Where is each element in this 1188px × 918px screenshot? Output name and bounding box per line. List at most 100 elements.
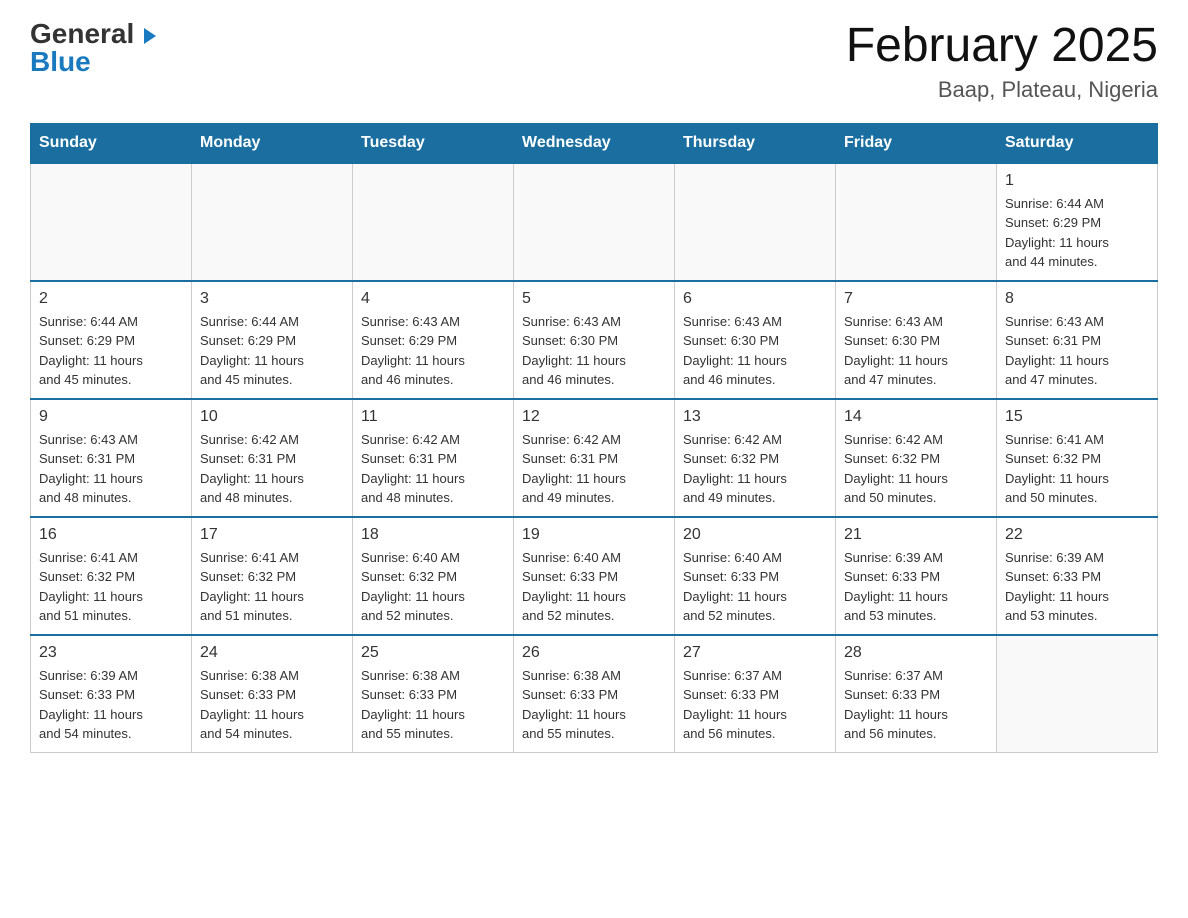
calendar-cell: 20 Sunrise: 6:40 AM Sunset: 6:33 PM Dayli…: [675, 517, 836, 635]
logo: General Blue: [30, 20, 156, 76]
day-info: Sunrise: 6:43 AM Sunset: 6:31 PM Dayligh…: [1005, 312, 1149, 390]
day-number: 7: [844, 290, 988, 308]
calendar-cell: 6Sunrise: 6:43 AM Sunset: 6:30 PM Daylig…: [675, 281, 836, 399]
day-number: 8: [1005, 290, 1149, 308]
day-info: Sunrise: 6:39 AM Sunset: 6:33 PM Dayligh…: [1005, 548, 1149, 626]
calendar-cell: 13 Sunrise: 6:42 AM Sunset: 6:32 PM Dayli…: [675, 399, 836, 517]
day-info: Sunrise: 6:37 AM Sunset: 6:33 PM Dayligh…: [844, 666, 988, 744]
calendar-cell: 22 Sunrise: 6:39 AM Sunset: 6:33 PM Dayli…: [997, 517, 1158, 635]
calendar-cell: 7 Sunrise: 6:43 AM Sunset: 6:30 PM Daylig…: [836, 281, 997, 399]
day-number: 6: [683, 290, 827, 308]
weekday-header-friday: Friday: [836, 123, 997, 163]
day-number: 24: [200, 644, 344, 662]
day-info: Sunrise: 6:42 AM Sunset: 6:31 PM Dayligh…: [361, 430, 505, 508]
calendar-cell: 19Sunrise: 6:40 AM Sunset: 6:33 PM Dayli…: [514, 517, 675, 635]
calendar-cell: [514, 163, 675, 281]
day-number: 15: [1005, 408, 1149, 426]
day-info: Sunrise: 6:42 AM Sunset: 6:31 PM Dayligh…: [200, 430, 344, 508]
day-number: 5: [522, 290, 666, 308]
day-number: 13: [683, 408, 827, 426]
calendar-cell: 23Sunrise: 6:39 AM Sunset: 6:33 PM Dayli…: [31, 635, 192, 753]
day-info: Sunrise: 6:41 AM Sunset: 6:32 PM Dayligh…: [39, 548, 183, 626]
weekday-header-wednesday: Wednesday: [514, 123, 675, 163]
day-number: 22: [1005, 526, 1149, 544]
calendar-cell: 4 Sunrise: 6:43 AM Sunset: 6:29 PM Daylig…: [353, 281, 514, 399]
day-info: Sunrise: 6:42 AM Sunset: 6:32 PM Dayligh…: [844, 430, 988, 508]
weekday-header-saturday: Saturday: [997, 123, 1158, 163]
day-number: 26: [522, 644, 666, 662]
day-info: Sunrise: 6:43 AM Sunset: 6:30 PM Dayligh…: [522, 312, 666, 390]
day-info: Sunrise: 6:42 AM Sunset: 6:31 PM Dayligh…: [522, 430, 666, 508]
day-number: 27: [683, 644, 827, 662]
day-info: Sunrise: 6:44 AM Sunset: 6:29 PM Dayligh…: [1005, 194, 1149, 272]
day-info: Sunrise: 6:42 AM Sunset: 6:32 PM Dayligh…: [683, 430, 827, 508]
calendar-cell: 12 Sunrise: 6:42 AM Sunset: 6:31 PM Dayli…: [514, 399, 675, 517]
day-number: 16: [39, 526, 183, 544]
calendar-cell: [192, 163, 353, 281]
day-info: Sunrise: 6:39 AM Sunset: 6:33 PM Dayligh…: [844, 548, 988, 626]
calendar-title: February 2025: [846, 20, 1158, 73]
calendar-cell: [31, 163, 192, 281]
calendar-week-1: 1Sunrise: 6:44 AM Sunset: 6:29 PM Daylig…: [31, 163, 1158, 281]
calendar-cell: 15 Sunrise: 6:41 AM Sunset: 6:32 PM Dayli…: [997, 399, 1158, 517]
day-info: Sunrise: 6:37 AM Sunset: 6:33 PM Dayligh…: [683, 666, 827, 744]
calendar-cell: 28 Sunrise: 6:37 AM Sunset: 6:33 PM Dayli…: [836, 635, 997, 753]
weekday-header-tuesday: Tuesday: [353, 123, 514, 163]
calendar-cell: 14 Sunrise: 6:42 AM Sunset: 6:32 PM Dayli…: [836, 399, 997, 517]
calendar-cell: 9Sunrise: 6:43 AM Sunset: 6:31 PM Daylig…: [31, 399, 192, 517]
calendar-cell: 18 Sunrise: 6:40 AM Sunset: 6:32 PM Dayli…: [353, 517, 514, 635]
day-info: Sunrise: 6:38 AM Sunset: 6:33 PM Dayligh…: [200, 666, 344, 744]
weekday-header-thursday: Thursday: [675, 123, 836, 163]
day-info: Sunrise: 6:41 AM Sunset: 6:32 PM Dayligh…: [200, 548, 344, 626]
calendar-cell: 21 Sunrise: 6:39 AM Sunset: 6:33 PM Dayli…: [836, 517, 997, 635]
day-number: 4: [361, 290, 505, 308]
calendar-cell: 5 Sunrise: 6:43 AM Sunset: 6:30 PM Daylig…: [514, 281, 675, 399]
calendar-cell: 17 Sunrise: 6:41 AM Sunset: 6:32 PM Dayli…: [192, 517, 353, 635]
calendar-table: SundayMondayTuesdayWednesdayThursdayFrid…: [30, 123, 1158, 753]
day-number: 3: [200, 290, 344, 308]
day-number: 10: [200, 408, 344, 426]
calendar-cell: 24 Sunrise: 6:38 AM Sunset: 6:33 PM Dayli…: [192, 635, 353, 753]
calendar-cell: 26 Sunrise: 6:38 AM Sunset: 6:33 PM Dayli…: [514, 635, 675, 753]
day-number: 9: [39, 408, 183, 426]
calendar-subtitle: Baap, Plateau, Nigeria: [846, 77, 1158, 103]
day-number: 12: [522, 408, 666, 426]
logo-general-text: General: [30, 20, 156, 48]
calendar-cell: 3 Sunrise: 6:44 AM Sunset: 6:29 PM Daylig…: [192, 281, 353, 399]
weekday-header-sunday: Sunday: [31, 123, 192, 163]
day-info: Sunrise: 6:40 AM Sunset: 6:33 PM Dayligh…: [683, 548, 827, 626]
calendar-week-4: 16 Sunrise: 6:41 AM Sunset: 6:32 PM Dayli…: [31, 517, 1158, 635]
day-number: 11: [361, 408, 505, 426]
calendar-cell: [997, 635, 1158, 753]
day-number: 14: [844, 408, 988, 426]
day-number: 21: [844, 526, 988, 544]
day-info: Sunrise: 6:38 AM Sunset: 6:33 PM Dayligh…: [361, 666, 505, 744]
day-number: 19: [522, 526, 666, 544]
calendar-cell: 2Sunrise: 6:44 AM Sunset: 6:29 PM Daylig…: [31, 281, 192, 399]
day-info: Sunrise: 6:38 AM Sunset: 6:33 PM Dayligh…: [522, 666, 666, 744]
page-header: General Blue February 2025 Baap, Plateau…: [30, 20, 1158, 103]
calendar-cell: 27 Sunrise: 6:37 AM Sunset: 6:33 PM Dayli…: [675, 635, 836, 753]
day-info: Sunrise: 6:44 AM Sunset: 6:29 PM Dayligh…: [39, 312, 183, 390]
day-number: 18: [361, 526, 505, 544]
day-info: Sunrise: 6:40 AM Sunset: 6:32 PM Dayligh…: [361, 548, 505, 626]
day-number: 28: [844, 644, 988, 662]
calendar-week-2: 2Sunrise: 6:44 AM Sunset: 6:29 PM Daylig…: [31, 281, 1158, 399]
calendar-week-3: 9Sunrise: 6:43 AM Sunset: 6:31 PM Daylig…: [31, 399, 1158, 517]
calendar-cell: [353, 163, 514, 281]
day-number: 17: [200, 526, 344, 544]
calendar-week-5: 23Sunrise: 6:39 AM Sunset: 6:33 PM Dayli…: [31, 635, 1158, 753]
day-info: Sunrise: 6:41 AM Sunset: 6:32 PM Dayligh…: [1005, 430, 1149, 508]
calendar-cell: 10 Sunrise: 6:42 AM Sunset: 6:31 PM Dayli…: [192, 399, 353, 517]
day-number: 20: [683, 526, 827, 544]
logo-blue-text: Blue: [30, 46, 91, 77]
day-info: Sunrise: 6:43 AM Sunset: 6:29 PM Dayligh…: [361, 312, 505, 390]
calendar-header: SundayMondayTuesdayWednesdayThursdayFrid…: [31, 123, 1158, 163]
calendar-body: 1Sunrise: 6:44 AM Sunset: 6:29 PM Daylig…: [31, 163, 1158, 753]
day-info: Sunrise: 6:43 AM Sunset: 6:30 PM Dayligh…: [844, 312, 988, 390]
day-info: Sunrise: 6:39 AM Sunset: 6:33 PM Dayligh…: [39, 666, 183, 744]
day-info: Sunrise: 6:44 AM Sunset: 6:29 PM Dayligh…: [200, 312, 344, 390]
weekday-header-row: SundayMondayTuesdayWednesdayThursdayFrid…: [31, 123, 1158, 163]
calendar-cell: 1Sunrise: 6:44 AM Sunset: 6:29 PM Daylig…: [997, 163, 1158, 281]
calendar-cell: 25Sunrise: 6:38 AM Sunset: 6:33 PM Dayli…: [353, 635, 514, 753]
